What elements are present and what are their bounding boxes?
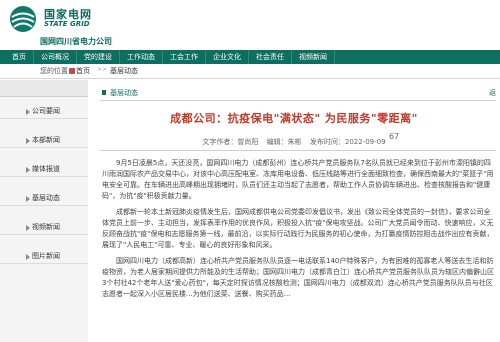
divider (100, 150, 496, 151)
arrow-right-icon (26, 109, 30, 115)
article-title: 成都公司：抗疫保电"满状态" 为民服务"零距离" (170, 112, 418, 125)
article-publish-time: 发布时间：2022-09-09 (309, 138, 386, 146)
breadcrumb: 您的位置： 首页 >> 基层动态 (0, 64, 500, 79)
nav-item-party-building[interactable]: 党的建设 (77, 50, 120, 64)
arrow-right-icon (26, 196, 30, 202)
back-link[interactable]: 返 (489, 88, 496, 98)
section-marker-icon (102, 90, 106, 95)
sidebar-item-media-reports[interactable]: 媒体报道 (0, 163, 88, 177)
main-nav: 首页 公司概况 党的建设 工作动态 工会工作 企业文化 社会责任 视频新闻 (0, 50, 500, 64)
nav-item-social-responsibility[interactable]: 社会责任 (249, 50, 292, 64)
arrow-right-icon (26, 138, 30, 144)
sidebar-header (0, 80, 88, 97)
section-bar: 基层动态 返 (100, 86, 496, 101)
article-paragraph: 国网四川电力（成都高新）连心桥共产党员服务队队员逐一电话联系140户特殊客户，为… (102, 257, 494, 298)
article-paragraph: 9月5日凌晨5点，天还没亮，国网四川电力（成都彭州）连心桥共产党员服务队7名队员… (102, 159, 494, 200)
sidebar-item-label: 公司要闻 (32, 107, 60, 115)
article-editor: 编辑：朱彬 (266, 138, 302, 146)
nav-item-video-news[interactable]: 视频新闻 (292, 50, 335, 64)
sidebar-item-label: 图片新闻 (32, 252, 60, 260)
nav-item-company-overview[interactable]: 公司概况 (34, 50, 77, 64)
arrow-right-icon (26, 254, 30, 260)
nav-item-culture[interactable]: 企业文化 (206, 50, 249, 64)
nav-item-union-work[interactable]: 工会工作 (163, 50, 206, 64)
sidebar-item-company-news[interactable]: 公司要闻 (0, 105, 88, 119)
breadcrumb-current[interactable]: 基层动态 (110, 66, 138, 76)
sidebar-item-grassroots[interactable]: 基层动态 (0, 192, 88, 206)
sub-brand: 国网四川省电力公司 (40, 37, 112, 46)
article-body: 9月5日凌晨5点，天还没亮，国网四川电力（成都彭州）连心桥共产党员服务队7名队员… (102, 158, 494, 305)
nav-item-work-news[interactable]: 工作动态 (120, 50, 163, 64)
breadcrumb-separator-icon: >> (97, 66, 108, 73)
article-paragraph: 成都新一轮本土新冠肺炎疫情发生后，国网成都供电公司党委印发倡议书，发出《致公司全… (102, 208, 494, 249)
sidebar-item-label: 媒体报道 (32, 165, 60, 173)
sidebar-item-label: 本部新闻 (32, 136, 60, 144)
main-content: 基层动态 返 成都公司：抗疫保电"满状态" 为民服务"零距离" 67 文字作者：… (88, 80, 500, 342)
sidebar-item-label: 视频新闻 (32, 223, 60, 231)
sidebar-item-hq-news[interactable]: 本部新闻 (0, 134, 88, 148)
home-icon (69, 68, 75, 74)
state-grid-logo-icon (10, 6, 36, 32)
arrow-right-icon (26, 167, 30, 173)
brand-name-en: STATE GRID (44, 20, 90, 28)
section-title: 基层动态 (110, 89, 138, 97)
sidebar: 公司要闻 本部新闻 媒体报道 基层动态 视频新闻 图片新闻 (0, 80, 88, 342)
site-header: 国家电网 STATE GRID 国网四川省电力公司 (0, 0, 500, 50)
breadcrumb-home[interactable]: 首页 (76, 66, 90, 76)
article-meta: 文字作者：曾尚阳 编辑：朱彬 发布时间：2022-09-09 (88, 137, 500, 147)
article-author: 文字作者：曾尚阳 (202, 138, 259, 146)
nav-item-home[interactable]: 首页 (0, 50, 34, 64)
sidebar-item-label: 基层动态 (32, 194, 60, 202)
sidebar-item-photo-news[interactable]: 图片新闻 (0, 250, 88, 264)
sidebar-item-video-news[interactable]: 视频新闻 (0, 221, 88, 235)
arrow-right-icon (26, 225, 30, 231)
